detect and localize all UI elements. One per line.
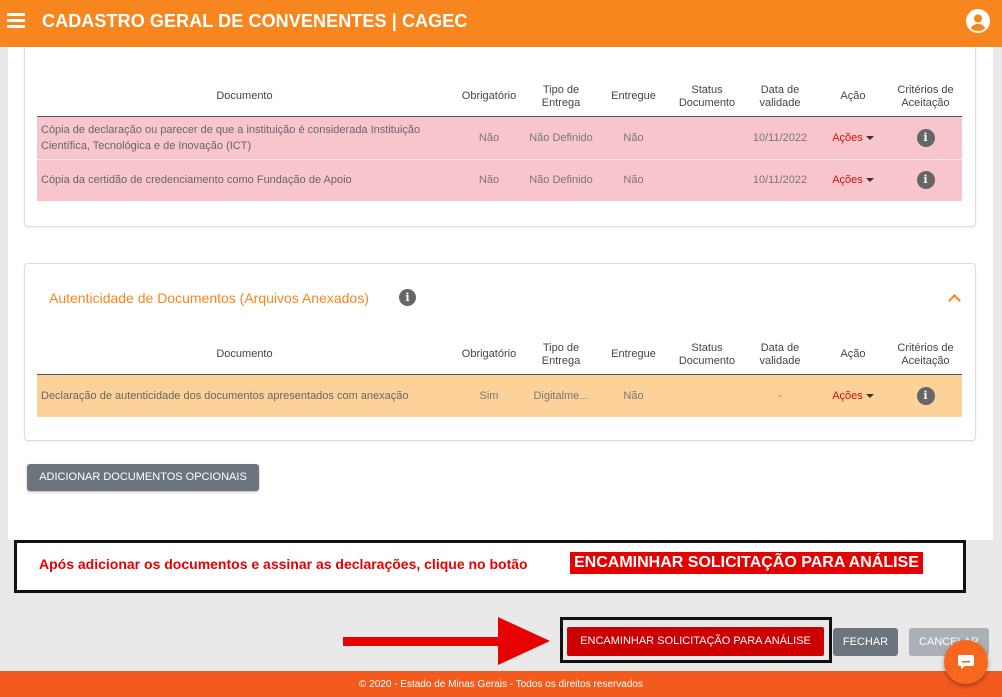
table-row: Cópia de declaração ou parecer de que a … bbox=[37, 115, 962, 159]
top-bar: CADASTRO GERAL DE CONVENENTES | CAGEC bbox=[0, 0, 1002, 47]
table-row: Cópia da certidão de credenciamento como… bbox=[37, 158, 962, 201]
notice-text: Após adicionar os documentos e assinar a… bbox=[39, 556, 528, 572]
acoes-label[interactable]: Ações bbox=[832, 174, 863, 186]
col-entregue: Entregue bbox=[596, 336, 671, 375]
col-tipo-entrega: Tipo de Entrega bbox=[526, 78, 596, 117]
acoes-dropdown[interactable]: Ações bbox=[817, 115, 889, 159]
table-row: Declaração de autenticidade dos document… bbox=[37, 373, 962, 417]
footer: © 2020 - Estado de Minas Gerais - Todos … bbox=[0, 671, 1002, 697]
app-title: CADASTRO GERAL DE CONVENENTES | CAGEC bbox=[42, 11, 468, 31]
info-icon[interactable]: i bbox=[399, 289, 416, 306]
entregue-value: Não bbox=[596, 373, 671, 417]
col-documento: Documento bbox=[37, 336, 452, 375]
hamburger-icon[interactable] bbox=[7, 13, 25, 31]
info-icon[interactable]: i bbox=[916, 386, 935, 405]
authenticity-table: Documento Obrigatório Tipo de Entrega En… bbox=[37, 336, 962, 417]
col-validade: Data de validade bbox=[743, 78, 817, 117]
status-value bbox=[671, 373, 743, 417]
obrigatorio-value: Sim bbox=[452, 373, 526, 417]
red-arrow-icon bbox=[343, 617, 550, 665]
acoes-dropdown[interactable]: Ações bbox=[817, 158, 889, 201]
doc-name: Cópia de declaração ou parecer de que a … bbox=[37, 115, 452, 159]
col-acao: Ação bbox=[817, 78, 889, 117]
chat-icon bbox=[958, 655, 974, 669]
submit-for-analysis-button[interactable]: ENCAMINHAR SOLICITAÇÃO PARA ANÁLISE bbox=[567, 627, 824, 656]
col-acao: Ação bbox=[817, 336, 889, 375]
col-status: Status Documento bbox=[671, 336, 743, 375]
obrigatorio-value: Não bbox=[452, 158, 526, 201]
doc-name: Declaração de autenticidade dos document… bbox=[37, 373, 452, 417]
info-icon[interactable]: i bbox=[916, 171, 935, 190]
status-value bbox=[671, 158, 743, 201]
col-status: Status Documento bbox=[671, 78, 743, 117]
chat-button[interactable] bbox=[944, 640, 988, 684]
obrigatorio-value: Não bbox=[452, 115, 526, 159]
acoes-label[interactable]: Ações bbox=[832, 132, 863, 144]
doc-name: Cópia da certidão de credenciamento como… bbox=[37, 158, 452, 201]
caret-down-icon[interactable] bbox=[865, 135, 874, 140]
tipo-entrega-value: Não Definido bbox=[526, 115, 596, 159]
status-value bbox=[671, 115, 743, 159]
caret-down-icon[interactable] bbox=[865, 393, 874, 398]
validade-value: - bbox=[743, 373, 817, 417]
notice-highlight: ENCAMINHAR SOLICITAÇÃO PARA ANÁLISE bbox=[570, 552, 923, 574]
entregue-value: Não bbox=[596, 158, 671, 201]
col-validade: Data de validade bbox=[743, 336, 817, 375]
col-criterios: Critérios de Aceitação bbox=[889, 336, 962, 375]
acoes-label[interactable]: Ações bbox=[832, 390, 863, 402]
info-icon[interactable]: i bbox=[916, 128, 935, 147]
validade-value: 10/11/2022 bbox=[743, 158, 817, 201]
entregue-value: Não bbox=[596, 115, 671, 159]
section-title: Autenticidade de Documentos (Arquivos An… bbox=[49, 290, 369, 306]
tipo-entrega-value: Digitalme... bbox=[526, 373, 596, 417]
col-criterios: Critérios de Aceitação bbox=[889, 78, 962, 117]
col-documento: Documento bbox=[37, 78, 452, 117]
col-obrigatorio: Obrigatório bbox=[452, 78, 526, 117]
col-obrigatorio: Obrigatório bbox=[452, 336, 526, 375]
user-circle-icon[interactable] bbox=[966, 9, 990, 33]
caret-down-icon[interactable] bbox=[865, 178, 874, 183]
tipo-entrega-value: Não Definido bbox=[526, 158, 596, 201]
col-entregue: Entregue bbox=[596, 78, 671, 117]
documents-table: Documento Obrigatório Tipo de Entrega En… bbox=[37, 78, 962, 201]
close-button[interactable]: FECHAR bbox=[833, 628, 898, 656]
add-optional-documents-button[interactable]: ADICIONAR DOCUMENTOS OPCIONAIS bbox=[27, 464, 259, 491]
validade-value: 10/11/2022 bbox=[743, 115, 817, 159]
acoes-dropdown[interactable]: Ações bbox=[817, 373, 889, 417]
instruction-notice: Após adicionar os documentos e assinar a… bbox=[14, 540, 966, 593]
col-tipo-entrega: Tipo de Entrega bbox=[526, 336, 596, 375]
